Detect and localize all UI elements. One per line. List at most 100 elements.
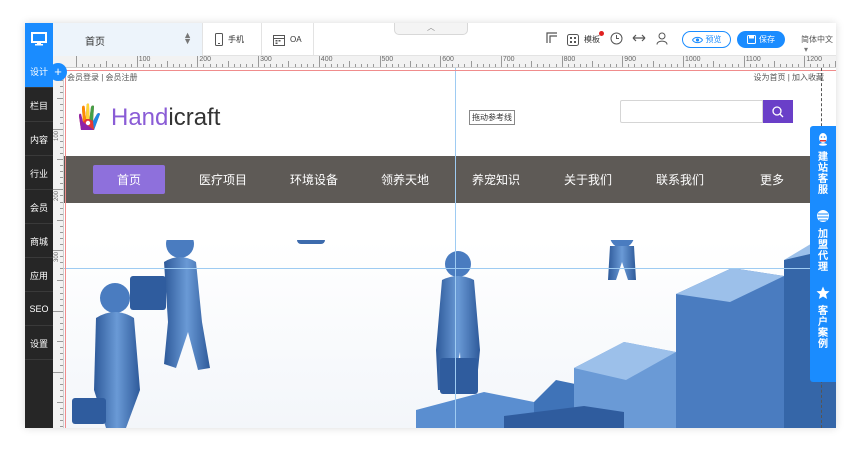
language-select[interactable]: 简体中文 ▾: [801, 34, 836, 54]
ruler-tick: [361, 64, 363, 67]
nav-item-environment[interactable]: 环境设备: [274, 156, 354, 203]
nav-item-medical[interactable]: 医疗项目: [183, 156, 263, 203]
nav-item-about[interactable]: 关于我们: [548, 156, 628, 203]
preview-button[interactable]: 预览: [682, 31, 731, 48]
ruler-tick: [664, 64, 666, 67]
add-module-button[interactable]: +: [49, 63, 67, 81]
floppy-icon: [747, 35, 756, 44]
clock-icon[interactable]: [609, 32, 623, 46]
preview-label: 预览: [705, 35, 722, 44]
ruler-tick: [60, 274, 63, 276]
ruler-tick: [60, 140, 63, 142]
ruler-tick: [755, 64, 757, 67]
ruler-tick: [60, 165, 63, 167]
editor-window: 设计 栏目 内容 行业 会员 商城 应用 SEO 设置 首页 ▲ ▼ 手机 OA …: [25, 23, 836, 428]
monitor-icon[interactable]: [25, 23, 53, 55]
ruler-tick: [173, 64, 175, 67]
ruler-tick: [60, 335, 63, 337]
mobile-button[interactable]: 手机: [215, 23, 244, 56]
nav-item-contact[interactable]: 联系我们: [640, 156, 720, 203]
sidebar-item-seo[interactable]: SEO: [25, 293, 53, 326]
ruler-tick: [318, 56, 320, 67]
corner-icon[interactable]: [545, 32, 559, 46]
float-item-support[interactable]: 建站客服: [810, 132, 836, 196]
ruler-tick: [519, 64, 521, 67]
sidebar-item-content[interactable]: 内容: [25, 123, 53, 156]
vertical-guide-line[interactable]: [455, 68, 456, 428]
ruler-tick: [531, 61, 533, 67]
ruler-tick: [804, 56, 806, 67]
sidebar-item-columns[interactable]: 栏目: [25, 89, 53, 122]
design-canvas[interactable]: 会员登录 | 会员注册 设为首页 | 加入收藏 Handicraft 首页 医疗…: [64, 68, 836, 428]
horizontal-guide-line[interactable]: [64, 268, 836, 269]
ruler-tick: [239, 64, 241, 67]
ruler-tick: [786, 64, 788, 67]
ruler-label: 1000: [685, 56, 701, 63]
ruler-tick: [391, 64, 393, 67]
sidebar-item-members[interactable]: 会员: [25, 191, 53, 224]
homepage-favorite-links[interactable]: 设为首页 | 加入收藏: [753, 72, 824, 83]
ruler-tick: [60, 298, 63, 300]
nav-item-knowledge[interactable]: 养宠知识: [456, 156, 536, 203]
user-icon[interactable]: [655, 32, 669, 46]
ruler-tick: [221, 64, 223, 67]
page-select-value: 首页: [85, 37, 105, 48]
ruler-tick: [409, 61, 411, 67]
ruler-tick: [60, 426, 63, 428]
ruler-tick: [136, 56, 138, 67]
site-search-button[interactable]: [763, 100, 793, 123]
ruler-tick: [60, 389, 63, 391]
nav-item-home[interactable]: 首页: [93, 165, 165, 194]
notification-dot: [599, 31, 604, 36]
ruler-label: 1200: [806, 56, 822, 63]
ruler-tick: [53, 128, 63, 130]
member-links[interactable]: 会员登录 | 会员注册: [67, 72, 138, 83]
ruler-tick: [57, 341, 63, 343]
page-select[interactable]: 首页 ▲ ▼: [53, 23, 203, 56]
horizontal-ruler[interactable]: 100 200 300 400 500 600 700 800 900 1000 1100 1200: [64, 56, 836, 68]
sidebar-item-mall[interactable]: 商城: [25, 225, 53, 258]
site-search-input[interactable]: [620, 100, 763, 123]
ruler-tick: [810, 64, 812, 67]
oa-button[interactable]: OA: [273, 23, 302, 56]
ruler-tick: [330, 64, 332, 67]
ruler-tick: [179, 64, 181, 67]
nav-item-more[interactable]: 更多: [732, 156, 812, 203]
width-arrows-icon[interactable]: [632, 32, 646, 46]
ruler-tick: [701, 64, 703, 67]
ruler-tick: [60, 262, 63, 264]
site-logo[interactable]: Handicraft: [75, 102, 220, 134]
ruler-tick: [634, 64, 636, 67]
ruler-tick: [397, 64, 399, 67]
save-button[interactable]: 保存: [737, 31, 785, 48]
vertical-ruler[interactable]: 100 200 300: [53, 68, 64, 428]
ruler-tick: [537, 64, 539, 67]
template-button[interactable]: 模板: [567, 23, 604, 56]
star-icon: [816, 286, 830, 299]
ruler-tick: [749, 64, 751, 67]
mobile-label: 手机: [228, 35, 244, 44]
ruler-tick: [57, 219, 63, 221]
sidebar-item-apps[interactable]: 应用: [25, 259, 53, 292]
ruler-tick: [622, 56, 624, 67]
ruler-tick: [167, 61, 169, 67]
ruler-tick: [227, 61, 229, 67]
ruler-tick: [658, 64, 660, 67]
float-item-agency[interactable]: 加盟代理: [810, 209, 836, 273]
ruler-tick: [215, 64, 217, 67]
collapse-toolbar-button[interactable]: ︿: [394, 23, 468, 35]
nav-item-adoption[interactable]: 领养天地: [365, 156, 445, 203]
content-boundary-line: [64, 70, 836, 71]
float-item-cases[interactable]: 客户案例: [810, 286, 836, 350]
ruler-tick: [713, 61, 715, 67]
ruler-tick: [355, 64, 357, 67]
ruler-tick: [385, 64, 387, 67]
ruler-tick: [312, 64, 314, 67]
ruler-tick: [798, 64, 800, 67]
sidebar-item-industry[interactable]: 行业: [25, 157, 53, 190]
ruler-tick: [60, 347, 63, 349]
sidebar-item-settings[interactable]: 设置: [25, 327, 53, 360]
ruler-tick: [60, 231, 63, 233]
calendar-icon: [273, 34, 285, 46]
ruler-tick: [549, 64, 551, 67]
